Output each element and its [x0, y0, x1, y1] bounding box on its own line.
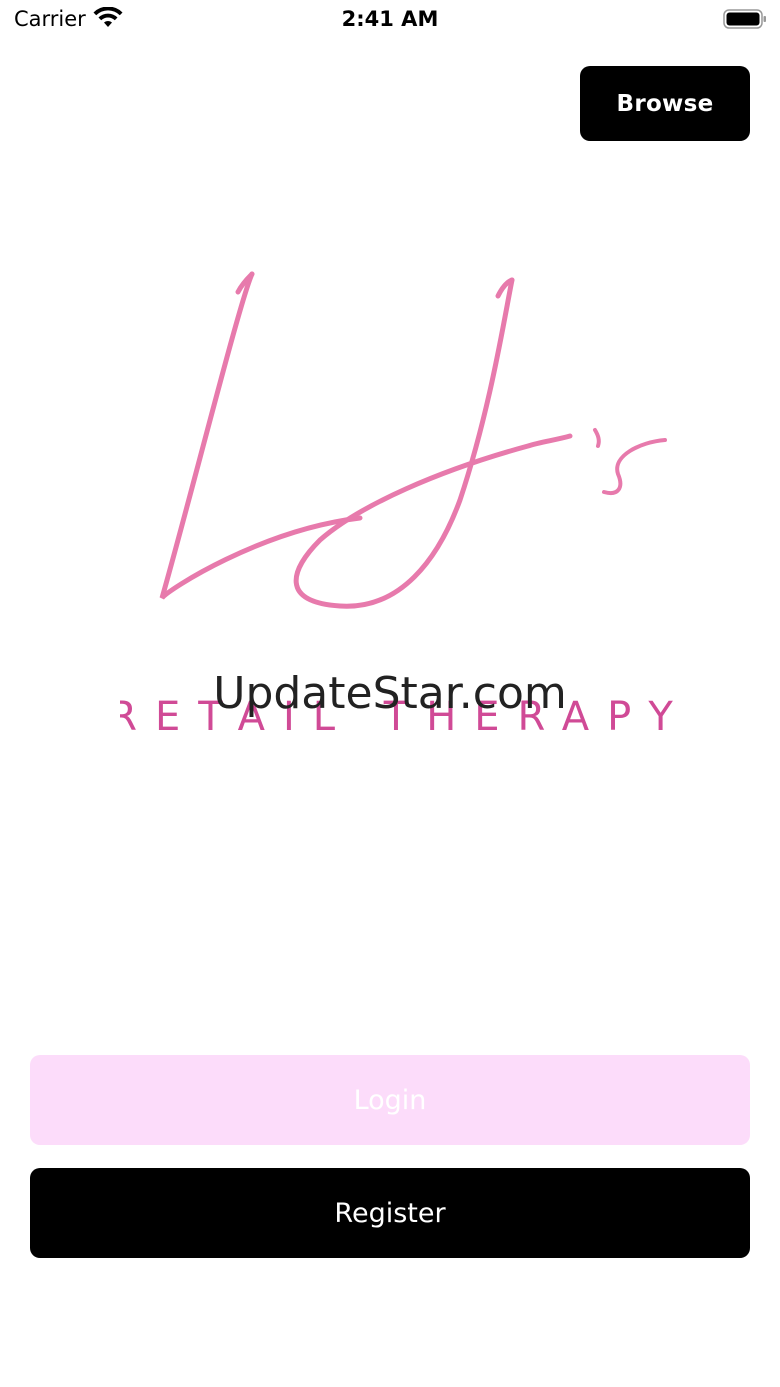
status-bar: Carrier 2:41 AM: [0, 0, 780, 40]
watermark-text: UpdateStar.com: [213, 668, 567, 719]
register-button[interactable]: Register: [30, 1168, 750, 1258]
battery-icon: [723, 9, 766, 29]
app-screen: Carrier 2:41 AM Browse RETAIL THERAPY Up…: [0, 0, 780, 1387]
login-button[interactable]: Login: [30, 1055, 750, 1145]
browse-button[interactable]: Browse: [580, 66, 750, 141]
status-time: 2:41 AM: [341, 7, 439, 31]
